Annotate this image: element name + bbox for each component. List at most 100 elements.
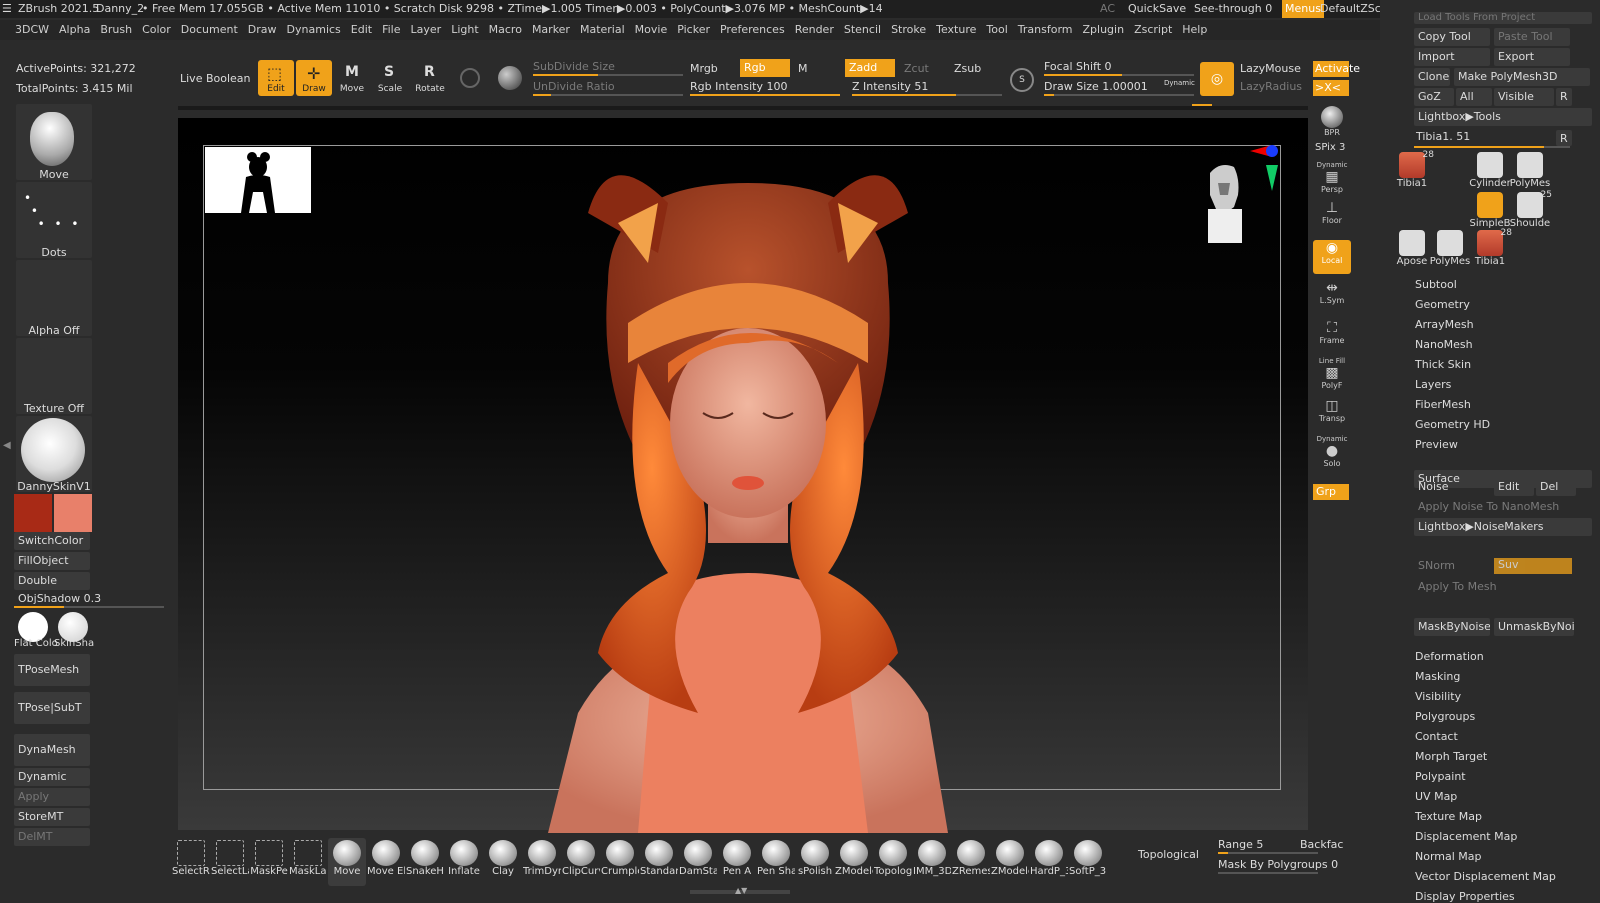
section-displacement-map[interactable]: Displacement Map <box>1415 830 1517 843</box>
tool-thumbnail[interactable]: Shoulde 25 <box>1508 190 1552 230</box>
menu-edit[interactable]: Edit <box>346 20 377 40</box>
dynamic-size-button[interactable]: Dynamic <box>1164 79 1195 87</box>
activate-button[interactable]: Activate <box>1313 61 1360 77</box>
brush-maskpe[interactable]: MaskPe <box>250 838 288 886</box>
rotate-button[interactable]: R Rotate <box>412 60 448 96</box>
section-masking[interactable]: Masking <box>1415 670 1460 683</box>
menu-brush[interactable]: Brush <box>95 20 137 40</box>
section-deformation[interactable]: Deformation <box>1415 650 1484 663</box>
tool-thumbnail[interactable]: Tibia1 28 <box>1468 228 1512 268</box>
range-track[interactable] <box>1218 852 1318 854</box>
brush-move-el[interactable]: Move El <box>367 838 405 886</box>
lazymouse-button[interactable]: LazyMouse <box>1240 62 1301 75</box>
menu-3dcw[interactable]: 3DCW <box>10 20 54 40</box>
noise-edit-button[interactable]: Edit <box>1494 478 1534 496</box>
brush-imm-3d[interactable]: IMM_3D <box>913 838 951 886</box>
apply-button[interactable]: Apply <box>14 788 90 806</box>
bottom-tray-arrow-icon[interactable]: ▲▼ <box>735 886 747 895</box>
brush-softp-3d[interactable]: SoftP_3D <box>1069 838 1107 886</box>
fill-object-button[interactable]: FillObject <box>14 552 90 570</box>
brush-spolish[interactable]: sPolish <box>796 838 834 886</box>
focal-shift-track[interactable] <box>1044 74 1194 76</box>
brush-snakeho[interactable]: SnakeHo <box>406 838 444 886</box>
menu-preferences[interactable]: Preferences <box>715 20 790 40</box>
delmt-button[interactable]: DelMT <box>14 828 90 846</box>
z-intensity-track[interactable] <box>852 94 1002 96</box>
lazy-d-icon[interactable]: ◎ <box>1200 62 1234 96</box>
mask-by-polygroups-slider[interactable]: Mask By Polygroups 0 <box>1218 858 1338 871</box>
menu-stencil[interactable]: Stencil <box>839 20 886 40</box>
section-geometry-hd[interactable]: Geometry HD <box>1415 418 1490 431</box>
menu-tool[interactable]: Tool <box>981 20 1012 40</box>
scale-button[interactable]: S Scale <box>372 60 408 96</box>
floor-button[interactable]: ⊥ Floor <box>1313 200 1351 234</box>
section-preview[interactable]: Preview <box>1415 438 1458 451</box>
unmask-by-noise-button[interactable]: UnmaskByNoise <box>1494 618 1574 636</box>
brush-topolog[interactable]: Topolog <box>874 838 912 886</box>
section-vector-displacement-map[interactable]: Vector Displacement Map <box>1415 870 1556 883</box>
mrgb-button[interactable]: Mrgb <box>690 62 718 75</box>
suv-button[interactable]: Suv <box>1494 558 1572 574</box>
backface-button[interactable]: Backfac <box>1300 838 1343 851</box>
seethrough-slider[interactable]: See-through 0 <box>1194 0 1272 18</box>
menu-color[interactable]: Color <box>137 20 176 40</box>
material-sphere-icon[interactable] <box>498 66 522 90</box>
brush-zmodele[interactable]: ZModele <box>991 838 1029 886</box>
lazyradius-slider[interactable]: LazyRadius <box>1240 80 1302 93</box>
menu-draw[interactable]: Draw <box>243 20 282 40</box>
section-polypaint[interactable]: Polypaint <box>1415 770 1466 783</box>
topological-button[interactable]: Topological <box>1138 848 1199 861</box>
menu-dynamics[interactable]: Dynamics <box>282 20 346 40</box>
tool-thumbnail[interactable]: PolyMes <box>1508 150 1552 190</box>
section-visibility[interactable]: Visibility <box>1415 690 1461 703</box>
menus-button[interactable]: Menus <box>1282 0 1324 18</box>
subdivide-size-track[interactable] <box>533 74 683 76</box>
brush-inflate[interactable]: Inflate <box>445 838 483 886</box>
menu-picker[interactable]: Picker <box>672 20 715 40</box>
transp-button[interactable]: ◫ Transp <box>1313 398 1351 432</box>
switch-color-button[interactable]: SwitchColor <box>14 532 90 550</box>
menu-texture[interactable]: Texture <box>931 20 981 40</box>
menu-render[interactable]: Render <box>790 20 839 40</box>
section-thick-skin[interactable]: Thick Skin <box>1415 358 1471 371</box>
edit-button[interactable]: ⬚ Edit <box>258 60 294 96</box>
all-button[interactable]: All <box>1456 88 1492 106</box>
subdivide-size-slider[interactable]: SubDivide Size <box>533 60 615 73</box>
quicksave-button[interactable]: QuickSave <box>1128 0 1186 18</box>
z-intensity-slider[interactable]: Z Intensity 51 <box>852 80 928 93</box>
r-button[interactable]: R <box>1556 88 1572 106</box>
import-button[interactable]: Import <box>1414 48 1490 66</box>
brush-pen-sha[interactable]: Pen Sha <box>757 838 795 886</box>
local-button[interactable]: ◉ Local <box>1313 240 1351 274</box>
stroke-symmetry-icon[interactable]: S <box>1010 68 1034 92</box>
brush-hardp-3[interactable]: HardP_3 <box>1030 838 1068 886</box>
bpr-button[interactable]: BPR <box>1313 104 1351 138</box>
tool-thumbnail[interactable]: Cylinder <box>1468 150 1512 190</box>
zadd-button[interactable]: Zadd <box>845 59 895 77</box>
move-button[interactable]: M Move <box>334 60 370 96</box>
brush-zremes[interactable]: ZRemes <box>952 838 990 886</box>
spix-slider[interactable]: SPix 3 <box>1315 142 1345 153</box>
brush-selectre[interactable]: SelectRe <box>172 838 210 886</box>
focal-shift-slider[interactable]: Focal Shift 0 <box>1044 60 1112 73</box>
document-canvas[interactable] <box>178 118 1308 833</box>
menu-macro[interactable]: Macro <box>484 20 527 40</box>
copy-tool-button[interactable]: Copy Tool <box>1414 28 1490 46</box>
left-tray-arrow-icon[interactable]: ◀ <box>3 440 11 451</box>
m-button[interactable]: M <box>798 62 808 75</box>
polyf-button[interactable]: Line Fill ▩ PolyF <box>1313 356 1351 390</box>
main-color-swatch[interactable] <box>14 494 52 532</box>
navigation-head-icon[interactable] <box>1198 143 1278 253</box>
make-polymesh-button[interactable]: Make PolyMesh3D <box>1454 68 1590 86</box>
section-contact[interactable]: Contact <box>1415 730 1458 743</box>
section-fibermesh[interactable]: FiberMesh <box>1415 398 1471 411</box>
persp-button[interactable]: Dynamic ▦ Persp <box>1313 160 1351 194</box>
paste-tool-button[interactable]: Paste Tool <box>1494 28 1570 46</box>
range-slider[interactable]: Range 5 <box>1218 838 1263 851</box>
brush-selectla[interactable]: SelectLa <box>211 838 249 886</box>
objshadow-track[interactable] <box>14 606 164 608</box>
menu-transform[interactable]: Transform <box>1013 20 1078 40</box>
brush-clay[interactable]: Clay <box>484 838 522 886</box>
section-morph-target[interactable]: Morph Target <box>1415 750 1487 763</box>
menu-zscript[interactable]: Zscript <box>1129 20 1177 40</box>
